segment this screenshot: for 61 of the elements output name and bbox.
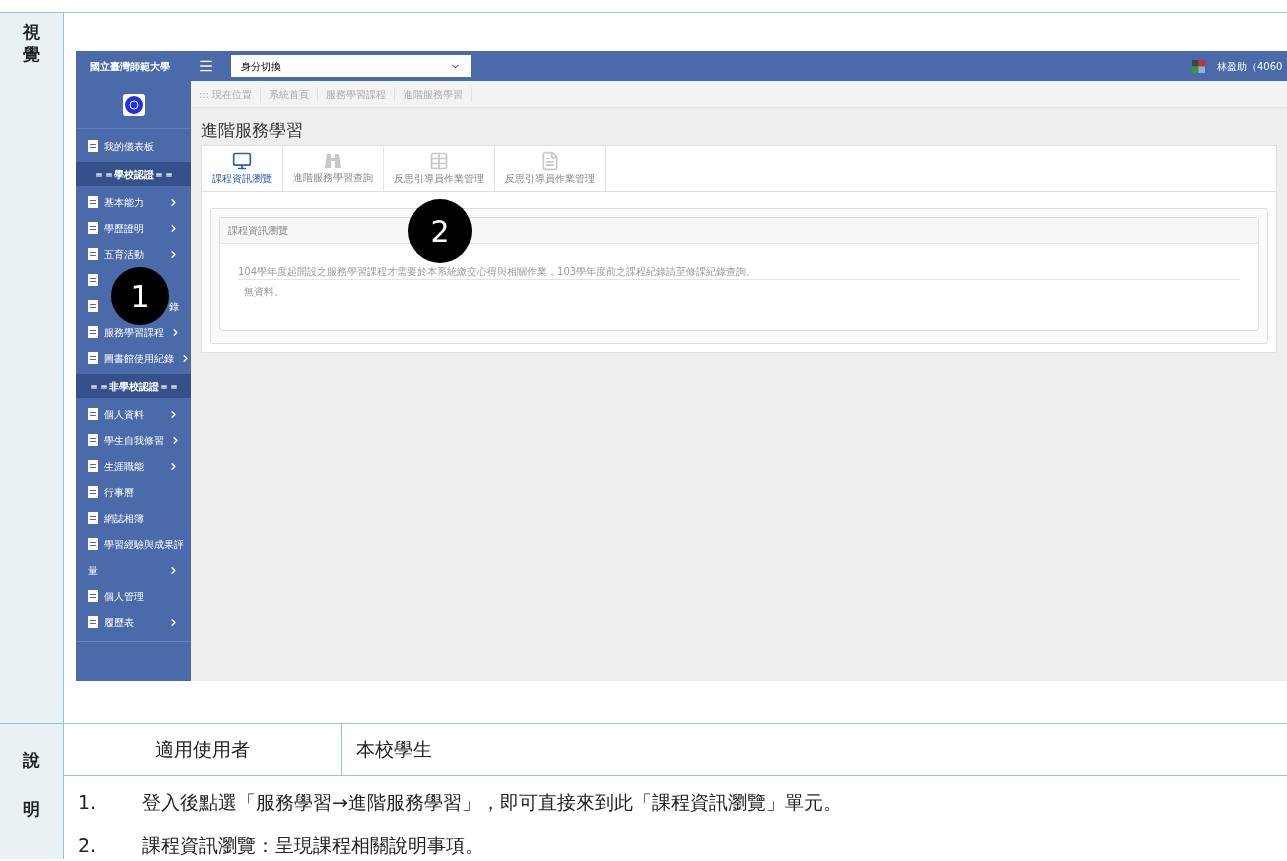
table-cell: 適用使用者 <box>64 724 342 775</box>
sidebar-item[interactable]: 量 <box>76 561 191 579</box>
document-icon <box>88 274 98 286</box>
menu-icon <box>198 58 214 74</box>
document-icon <box>88 434 98 446</box>
tab[interactable]: 反思引導員作業管理 <box>384 145 495 191</box>
university-logo <box>122 93 145 116</box>
sidebar-item[interactable]: 圖書館使用紀錄 <box>76 349 191 367</box>
step-number: 2. <box>77 832 98 858</box>
document-icon <box>88 590 98 602</box>
sidebar-item[interactable]: 網誌相簿 <box>76 509 191 527</box>
tab[interactable]: 反思引導員作業管理 <box>495 145 606 191</box>
sidebar-item[interactable]: 生涯職能 <box>76 457 191 475</box>
sidebar-section-header: ＝＝非學校認證＝＝ <box>76 374 191 398</box>
binoculars-icon <box>325 151 341 170</box>
document-icon <box>88 408 98 420</box>
tab[interactable]: 課程資訊瀏覽 <box>202 145 283 191</box>
step-text: 登入後點選「服務學習→進階服務學習」，即可直接來到此「課程資訊瀏覽」單元。 <box>142 790 842 815</box>
page-title: 進階服務學習 <box>200 119 304 142</box>
document-icon <box>88 222 98 234</box>
notice-text: 104學年度起開設之服務學習課程才需要於本系統繳交心得與相關作業，103學年度前之課程紀錄請至修課紀錄查詢。 <box>238 263 1240 280</box>
empty-message: 無資料。 <box>244 284 285 299</box>
brand-name: 國立臺灣師範大學 <box>89 59 171 74</box>
sidebar-item[interactable]: 學生自我修習 <box>76 431 191 449</box>
sidebar-item[interactable]: 個人資料 <box>76 405 191 423</box>
step-number: 1. <box>77 790 98 815</box>
document-icon <box>88 140 98 152</box>
sidebar-section-header: ＝＝學校認證＝＝ <box>76 162 191 186</box>
section-label: 視覺 <box>23 21 40 66</box>
sidebar-item-text: 錄 <box>169 299 179 314</box>
document-icon <box>88 248 98 260</box>
monitor-icon <box>232 150 252 171</box>
document-icon <box>88 460 98 472</box>
document-icon <box>88 616 98 628</box>
step-text: 課程資訊瀏覽：呈現課程相關說明事項。 <box>142 832 484 858</box>
document-icon <box>540 150 560 171</box>
document-icon <box>88 300 98 312</box>
document-icon <box>88 486 98 498</box>
identity-select[interactable]: 身分切換 <box>231 55 471 77</box>
document-icon <box>88 352 98 364</box>
breadcrumb-item: ::: 現在位置 <box>191 86 262 102</box>
document-icon <box>88 326 98 338</box>
document-icon <box>88 538 98 550</box>
sidebar-item[interactable]: 服務學習課程 <box>76 323 191 341</box>
document-icon <box>88 196 98 208</box>
sidebar-item[interactable]: 履歷表 <box>76 613 191 631</box>
sidebar-item[interactable]: 行事曆 <box>76 483 191 501</box>
table-icon <box>429 150 449 171</box>
section-label: 說明 <box>23 749 40 822</box>
user-name[interactable]: 林盈助（4060 <box>1217 58 1287 74</box>
sidebar-item[interactable]: 個人管理 <box>76 587 191 605</box>
sidebar-item[interactable]: 我的儀表板 <box>76 137 191 155</box>
color-grid-icon <box>1192 59 1205 73</box>
sidebar-item[interactable]: 五育活動 <box>76 245 191 263</box>
sidebar-item[interactable]: 學習經驗與成果評 <box>76 535 191 553</box>
sidebar-item[interactable]: 基本能力 <box>76 193 191 211</box>
callout-marker: 1 <box>111 267 169 325</box>
sidebar-item[interactable]: 學歷證明 <box>76 219 191 237</box>
document-icon <box>88 512 98 524</box>
tab[interactable]: 進階服務學習查詢 <box>283 145 384 191</box>
table-cell-text: 本校學生 <box>355 737 433 763</box>
